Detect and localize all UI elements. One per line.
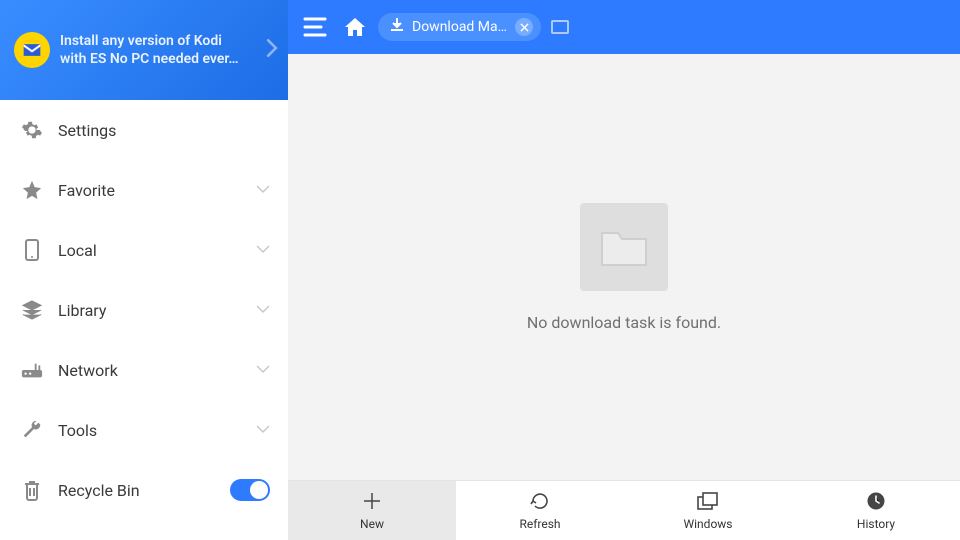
main-panel: Download Ma… No download task is found. … [288, 0, 960, 540]
topbar: Download Ma… [288, 0, 960, 54]
sidebar-item-settings[interactable]: Settings [0, 100, 288, 160]
phone-icon [18, 239, 46, 261]
tab-close-button[interactable] [515, 18, 533, 36]
menu-button[interactable] [298, 10, 332, 44]
bottom-bar: New Refresh Windows History [288, 480, 960, 540]
wrench-icon [18, 419, 46, 441]
chevron-down-icon [256, 241, 270, 260]
sidebar-item-favorite[interactable]: Favorite [0, 160, 288, 220]
tab-download-manager[interactable]: Download Ma… [378, 13, 541, 41]
sidebar-item-label: Tools [58, 421, 256, 440]
bottom-item-label: New [360, 517, 384, 531]
sidebar-item-label: Settings [58, 121, 270, 140]
sidebar-item-network[interactable]: Network [0, 340, 288, 400]
chevron-down-icon [256, 181, 270, 200]
download-icon [390, 18, 404, 36]
sidebar-item-label: Favorite [58, 181, 256, 200]
tab-label: Download Ma… [412, 19, 507, 35]
sidebar-item-label: Network [58, 361, 256, 380]
sidebar: Install any version of Kodi with ES No P… [0, 0, 288, 540]
plus-icon [362, 490, 382, 512]
sidebar-item-local[interactable]: Local [0, 220, 288, 280]
bottom-item-new[interactable]: New [288, 481, 456, 540]
home-button[interactable] [342, 14, 368, 40]
promo-banner[interactable]: Install any version of Kodi with ES No P… [0, 0, 288, 100]
content-area: No download task is found. [288, 54, 960, 480]
star-icon [18, 179, 46, 201]
sidebar-item-library[interactable]: Library [0, 280, 288, 340]
router-icon [18, 361, 46, 379]
chevron-down-icon [256, 421, 270, 440]
bottom-item-history[interactable]: History [792, 481, 960, 540]
bottom-item-label: Windows [683, 517, 732, 531]
clock-icon [866, 490, 886, 512]
sidebar-item-label: Library [58, 301, 256, 320]
promo-text: Install any version of Kodi with ES No P… [60, 32, 250, 68]
chevron-right-icon [266, 39, 278, 61]
layers-icon [18, 299, 46, 321]
windows-icon [697, 490, 719, 512]
trash-icon [18, 479, 46, 501]
sidebar-item-tools[interactable]: Tools [0, 400, 288, 460]
bottom-item-windows[interactable]: Windows [624, 481, 792, 540]
recycle-bin-toggle[interactable] [230, 479, 270, 501]
refresh-icon [530, 490, 550, 512]
sidebar-item-label: Local [58, 241, 256, 260]
bottom-item-refresh[interactable]: Refresh [456, 481, 624, 540]
chevron-down-icon [256, 301, 270, 320]
sidebar-item-recycle-bin[interactable]: Recycle Bin [0, 460, 288, 520]
sidebar-item-label: Recycle Bin [58, 481, 230, 500]
window-indicator-icon[interactable] [551, 20, 569, 34]
mail-icon [14, 32, 50, 68]
gear-icon [18, 119, 46, 141]
chevron-down-icon [256, 361, 270, 380]
bottom-item-label: Refresh [519, 517, 560, 531]
sidebar-menu: Settings Favorite Local Library [0, 100, 288, 540]
empty-folder-icon [580, 203, 668, 291]
empty-message: No download task is found. [527, 313, 721, 332]
bottom-item-label: History [857, 517, 895, 531]
